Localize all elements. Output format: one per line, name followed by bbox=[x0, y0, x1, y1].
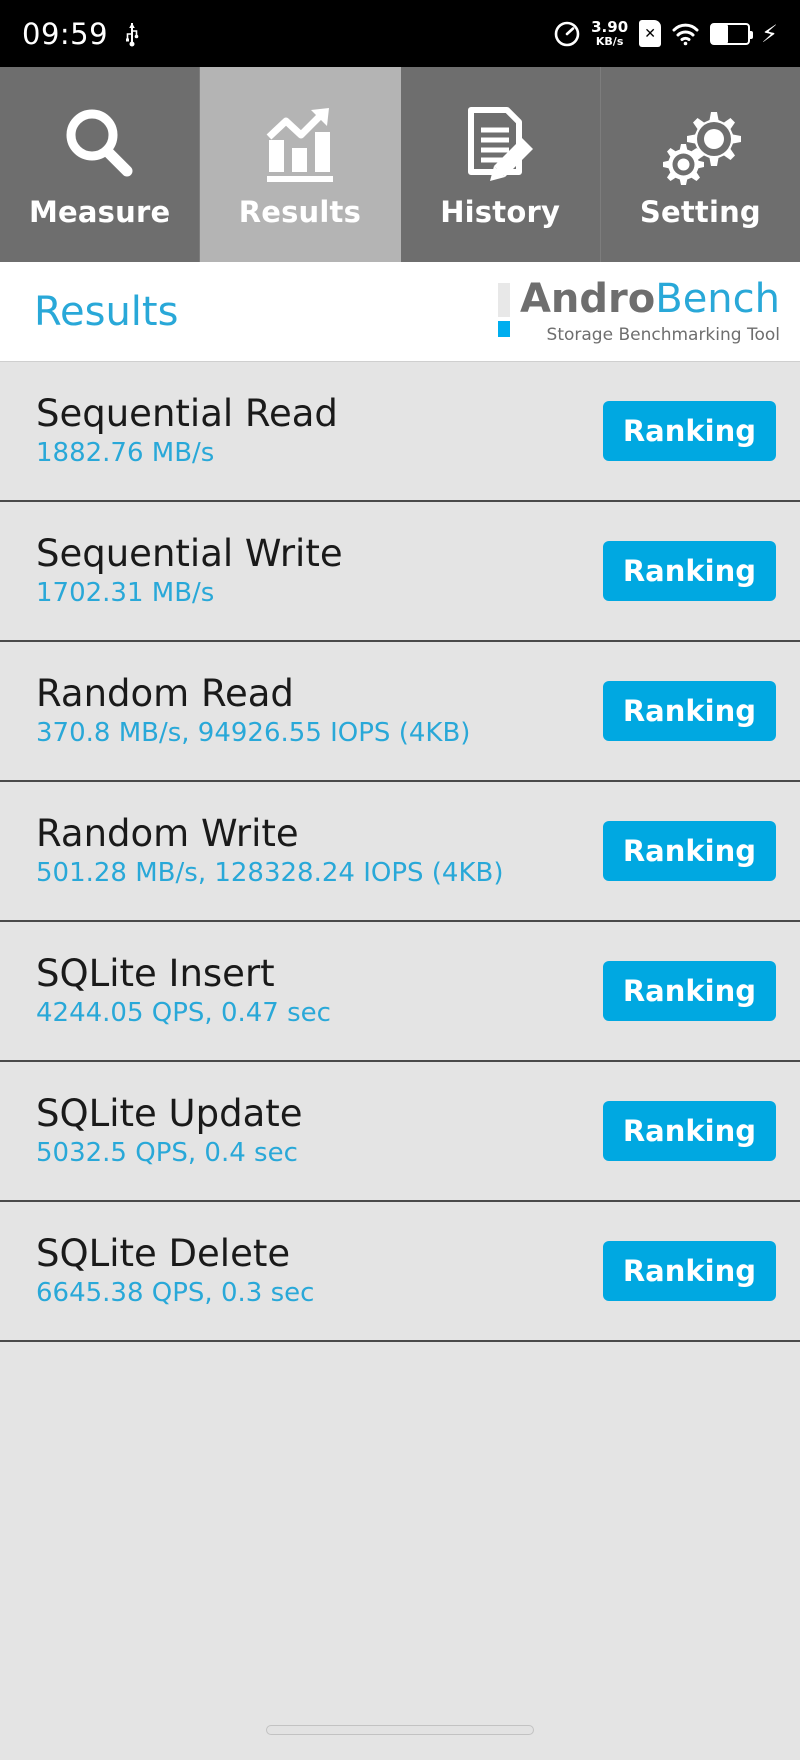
tab-setting[interactable]: Setting bbox=[600, 67, 800, 262]
row-title: SQLite Delete bbox=[36, 1231, 291, 1275]
row-value: 501.28 MB/s, 128328.24 IOPS (4KB) bbox=[36, 857, 504, 888]
magnifier-icon bbox=[59, 101, 141, 189]
logo-text: AndroBench Storage Benchmarking Tool bbox=[520, 279, 780, 345]
row-title: Random Write bbox=[36, 811, 299, 855]
row-title: SQLite Update bbox=[36, 1091, 303, 1135]
battery-icon bbox=[710, 22, 754, 45]
status-bar: 09:59 3.90 KB/s ✕ ⚡ bbox=[0, 0, 800, 67]
logo-bench: Bench bbox=[655, 275, 780, 322]
row-title: Random Read bbox=[36, 671, 294, 715]
usb-icon bbox=[124, 21, 140, 47]
row-value: 1702.31 MB/s bbox=[36, 577, 215, 608]
row-title: SQLite Insert bbox=[36, 951, 275, 995]
gesture-home-pill[interactable] bbox=[266, 1725, 534, 1735]
row-text: SQLite Delete 6645.38 QPS, 0.3 sec bbox=[36, 1231, 603, 1308]
table-row[interactable]: Random Write 501.28 MB/s, 128328.24 IOPS… bbox=[0, 782, 800, 922]
page-title: Results bbox=[34, 288, 179, 335]
tab-bar: Measure Results History Setting bbox=[0, 67, 800, 262]
ranking-button[interactable]: Ranking bbox=[602, 681, 776, 741]
row-text: Sequential Read 1882.76 MB/s bbox=[36, 391, 603, 468]
lightning-bolt-icon: ⚡ bbox=[761, 19, 778, 48]
status-bar-right: 3.90 KB/s ⚡ bbox=[554, 20, 778, 47]
row-value: 370.8 MB/s, 94926.55 IOPS (4KB) bbox=[36, 717, 471, 748]
network-rate-unit: KB/s bbox=[595, 35, 624, 48]
status-bar-left: 09:59 bbox=[22, 17, 140, 51]
network-rate: 3.90 KB/s bbox=[591, 18, 629, 48]
row-text: Random Write 501.28 MB/s, 128328.24 IOPS… bbox=[36, 811, 603, 888]
sim-card-disabled-icon bbox=[639, 20, 662, 47]
wifi-icon bbox=[672, 22, 699, 46]
tab-setting-label: Setting bbox=[639, 194, 761, 229]
table-row[interactable]: SQLite Insert 4244.05 QPS, 0.47 sec Rank… bbox=[0, 922, 800, 1062]
document-pencil-icon bbox=[459, 101, 541, 189]
network-rate-value: 3.90 bbox=[591, 18, 629, 36]
logo-tagline: Storage Benchmarking Tool bbox=[546, 324, 780, 345]
tab-history-label: History bbox=[440, 194, 561, 229]
ranking-button[interactable]: Ranking bbox=[602, 961, 776, 1021]
speedometer-icon bbox=[554, 21, 580, 47]
tab-results-label: Results bbox=[238, 194, 362, 229]
row-text: SQLite Insert 4244.05 QPS, 0.47 sec bbox=[36, 951, 603, 1028]
row-text: SQLite Update 5032.5 QPS, 0.4 sec bbox=[36, 1091, 603, 1168]
row-title: Sequential Write bbox=[36, 531, 343, 575]
tab-measure[interactable]: Measure bbox=[0, 67, 201, 262]
row-value: 1882.76 MB/s bbox=[36, 437, 215, 468]
ranking-button[interactable]: Ranking bbox=[602, 1101, 776, 1161]
table-row[interactable]: Sequential Read 1882.76 MB/s Ranking bbox=[0, 362, 800, 502]
table-row[interactable]: SQLite Update 5032.5 QPS, 0.4 sec Rankin… bbox=[0, 1062, 800, 1202]
phone-screen: 09:59 3.90 KB/s ✕ ⚡ Measure Results Hist… bbox=[0, 0, 800, 1760]
logo-wordmark: AndroBench bbox=[520, 279, 780, 319]
results-list: Sequential Read 1882.76 MB/s Ranking Seq… bbox=[0, 362, 800, 1700]
ranking-button[interactable]: Ranking bbox=[602, 1241, 776, 1301]
table-row[interactable]: SQLite Delete 6645.38 QPS, 0.3 sec Ranki… bbox=[0, 1202, 800, 1342]
ranking-button[interactable]: Ranking bbox=[602, 821, 776, 881]
table-row[interactable]: Sequential Write 1702.31 MB/s Ranking bbox=[0, 502, 800, 642]
ranking-button[interactable]: Ranking bbox=[602, 541, 776, 601]
row-text: Random Read 370.8 MB/s, 94926.55 IOPS (4… bbox=[36, 671, 603, 748]
logo-andro: Andro bbox=[519, 275, 656, 322]
logo-bars-icon bbox=[497, 279, 510, 345]
row-title: Sequential Read bbox=[36, 391, 338, 435]
row-value: 4244.05 QPS, 0.47 sec bbox=[36, 997, 331, 1028]
tab-measure-label: Measure bbox=[28, 194, 171, 229]
page-header: Results AndroBench Storage Benchmarking … bbox=[0, 262, 800, 362]
tab-history[interactable]: History bbox=[400, 67, 601, 262]
row-value: 6645.38 QPS, 0.3 sec bbox=[36, 1277, 315, 1308]
table-row[interactable]: Random Read 370.8 MB/s, 94926.55 IOPS (4… bbox=[0, 642, 800, 782]
bar-chart-arrow-icon bbox=[259, 101, 341, 189]
ranking-button[interactable]: Ranking bbox=[602, 401, 776, 461]
gesture-nav-bar bbox=[0, 1700, 800, 1760]
status-clock: 09:59 bbox=[22, 16, 109, 51]
androbench-logo: AndroBench Storage Benchmarking Tool bbox=[497, 279, 780, 345]
row-text: Sequential Write 1702.31 MB/s bbox=[36, 531, 603, 608]
tab-results[interactable]: Results bbox=[200, 67, 401, 262]
gears-icon bbox=[659, 101, 742, 189]
row-value: 5032.5 QPS, 0.4 sec bbox=[36, 1137, 298, 1168]
